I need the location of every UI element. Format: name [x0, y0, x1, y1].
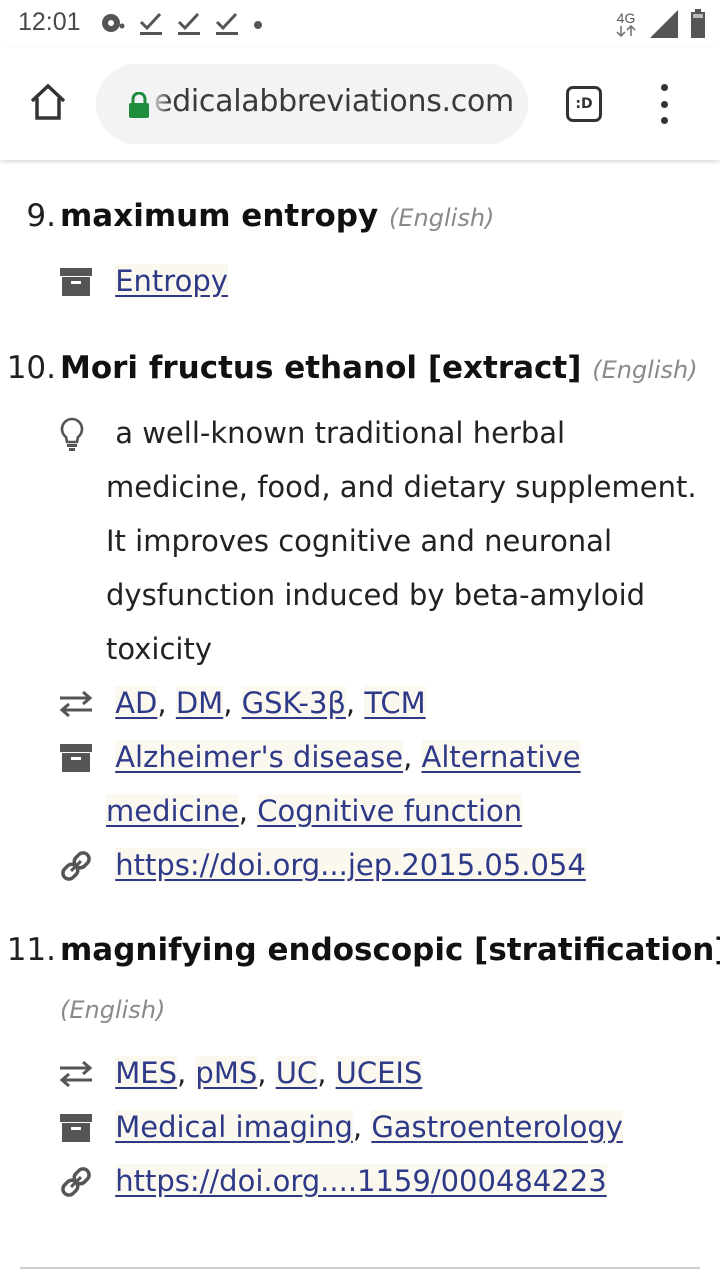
swap-arrows-icon — [58, 1056, 94, 1092]
doi-link[interactable]: https://doi.org...jep.2015.05.054 — [115, 848, 586, 882]
synonym-list: MES, pMS, UC, UCEIS — [115, 1056, 423, 1090]
synonym-link[interactable]: DM — [175, 686, 224, 720]
status-time: 12:01 — [18, 8, 81, 36]
entry-language: (English) — [60, 996, 166, 1024]
network-indicator: 4G — [614, 9, 638, 37]
entry-language: (English) — [389, 204, 495, 232]
category-link[interactable]: Gastroenterology — [371, 1110, 623, 1144]
entry-term[interactable]: Mori fructus ethanol [extract] — [60, 350, 581, 386]
results-list: 9. maximum entropy (English) Entropy 10.… — [0, 160, 720, 1280]
check-icon — [139, 12, 162, 35]
divider — [20, 1267, 700, 1269]
synonym-link[interactable]: TCM — [364, 686, 426, 720]
synonym-link[interactable]: AD — [115, 686, 158, 720]
link-icon — [58, 1164, 94, 1200]
lock-icon — [129, 92, 149, 118]
address-bar[interactable]: edicalabbreviations.com — [96, 64, 528, 144]
entry-heading: Mori fructus ethanol [extract] (English) — [60, 350, 698, 386]
tab-switcher-button[interactable]: :D — [566, 86, 602, 122]
swap-arrows-icon — [58, 686, 94, 722]
description-text: a well-known traditional herbal medicine… — [106, 416, 697, 666]
url-fade — [150, 64, 170, 144]
network-type-label: 4G — [616, 9, 636, 26]
url-text: edicalabbreviations.com — [154, 84, 514, 119]
more-vert-icon — [660, 84, 668, 91]
category-link[interactable]: Alzheimer's disease — [115, 740, 404, 774]
synonym-link[interactable]: UCEIS — [335, 1056, 423, 1090]
notification-app-icon — [102, 14, 125, 32]
category-link[interactable]: Entropy — [115, 264, 228, 298]
entry-number: 10. — [6, 350, 56, 386]
entry-heading: maximum entropy (English) — [60, 198, 494, 234]
entry-number: 11. — [6, 932, 56, 968]
entry-description: a well-known traditional herbal medicine… — [106, 406, 706, 676]
home-icon — [30, 83, 66, 120]
status-bar: 12:01 4G — [0, 0, 720, 48]
system-icons: 4G — [614, 8, 706, 40]
check-icon — [215, 12, 238, 35]
entry-term[interactable]: maximum entropy — [60, 198, 378, 234]
lightbulb-icon — [54, 416, 90, 452]
notification-icons — [100, 10, 264, 36]
synonym-link[interactable]: pMS — [195, 1056, 258, 1090]
category-list: Alzheimer's disease, Alternative medicin… — [106, 740, 581, 828]
browser-toolbar: edicalabbreviations.com :D — [0, 48, 720, 160]
category-list: Medical imaging, Gastroenterology — [115, 1110, 623, 1144]
category-list: Entropy — [106, 254, 706, 308]
battery-icon — [691, 9, 705, 38]
synonym-link[interactable]: GSK-3β — [241, 686, 346, 720]
archive-box-icon — [58, 1110, 94, 1146]
category-link[interactable]: Medical imaging — [115, 1110, 353, 1144]
more-menu-button[interactable] — [652, 84, 676, 124]
synonym-link[interactable]: UC — [275, 1056, 318, 1090]
more-notifications-dot-icon — [254, 21, 262, 29]
entry-number: 9. — [26, 198, 56, 234]
reference-row: https://doi.org....1159/000484223 — [106, 1154, 706, 1208]
home-button[interactable] — [24, 78, 72, 126]
synonym-link[interactable]: MES — [115, 1056, 177, 1090]
data-arrows-icon — [616, 24, 636, 37]
check-icon — [177, 12, 200, 35]
archive-box-icon — [58, 264, 94, 300]
entry-term[interactable]: magnifying endoscopic [stratification] — [60, 932, 720, 968]
signal-icon — [650, 10, 678, 38]
entry-language: (English) — [592, 356, 698, 384]
category-link[interactable]: Cognitive function — [257, 794, 523, 828]
reference-row: https://doi.org...jep.2015.05.054 — [106, 838, 706, 892]
doi-link[interactable]: https://doi.org....1159/000484223 — [115, 1164, 607, 1198]
synonym-list: AD, DM, GSK-3β, TCM — [115, 686, 426, 720]
archive-box-icon — [58, 740, 94, 776]
link-icon — [58, 848, 94, 884]
